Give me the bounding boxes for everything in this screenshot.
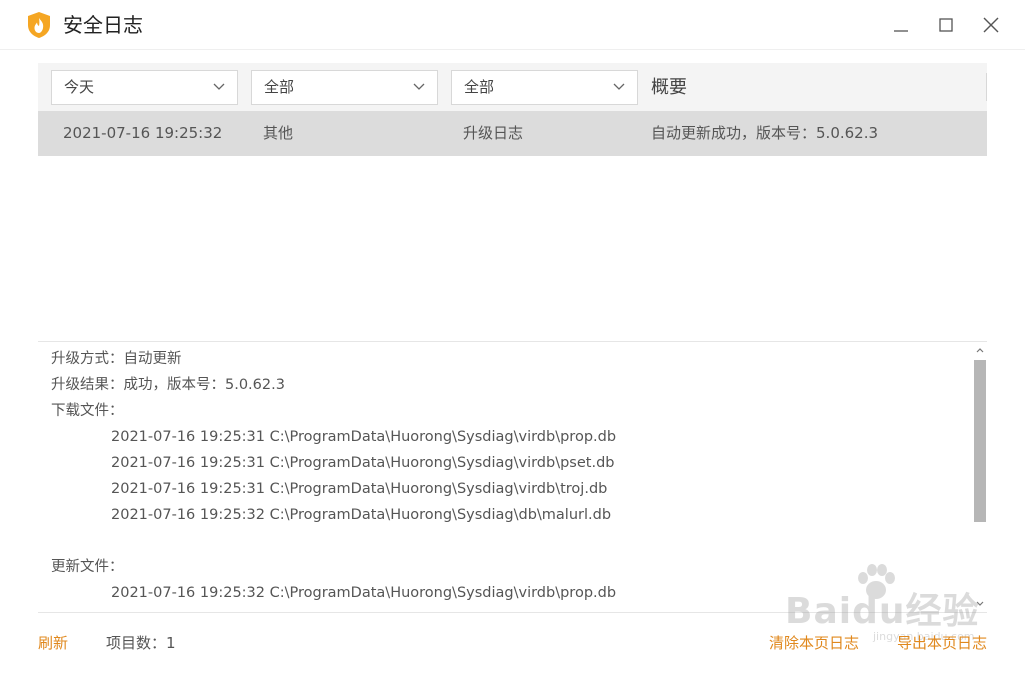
minimize-icon[interactable] <box>888 12 914 38</box>
type-filter-value: 全部 <box>464 78 495 96</box>
huorong-shield-icon <box>28 12 50 38</box>
baidu-watermark: Baidu经验 jingyan.baidu.com <box>785 564 985 643</box>
summary-column-header: 概要 <box>651 77 687 98</box>
scroll-up-arrow-icon[interactable] <box>974 345 986 355</box>
download-file-item: 2021-07-16 19:25:31 C:\ProgramData\Huoro… <box>111 455 615 471</box>
scrollbar-thumb[interactable] <box>974 360 986 522</box>
row-summary: 自动更新成功，版本号：5.0.62.3 <box>651 124 879 142</box>
window-title: 安全日志 <box>63 13 143 37</box>
download-files-header: 下载文件： <box>51 403 124 419</box>
footer-bar: 刷新 项目数：1 清除本页日志 导出本页日志 <box>38 630 987 656</box>
chevron-down-icon <box>213 83 225 90</box>
refresh-link[interactable]: 刷新 <box>38 630 68 656</box>
watermark-text: Baidu经验 <box>785 591 980 632</box>
row-category: 其他 <box>263 124 294 142</box>
close-icon[interactable] <box>978 12 1004 38</box>
update-files-header: 更新文件： <box>51 559 124 575</box>
export-page-log-link[interactable]: 导出本页日志 <box>897 630 987 656</box>
clear-page-log-link[interactable]: 清除本页日志 <box>769 630 859 656</box>
category-filter-dropdown[interactable]: 全部 <box>251 70 438 105</box>
update-file-item: 2021-07-16 19:25:32 C:\ProgramData\Huoro… <box>111 585 617 601</box>
upgrade-method: 升级方式：自动更新 <box>51 351 182 367</box>
maximize-icon[interactable] <box>933 12 959 38</box>
row-type: 升级日志 <box>463 124 524 142</box>
category-filter-value: 全部 <box>264 78 295 96</box>
download-file-item: 2021-07-16 19:25:32 C:\ProgramData\Huoro… <box>111 507 612 523</box>
time-filter-dropdown[interactable]: 今天 <box>51 70 238 105</box>
table-row[interactable]: 2021-07-16 19:25:32 其他 升级日志 自动更新成功，版本号：5… <box>38 111 987 156</box>
chevron-down-icon <box>413 83 425 90</box>
download-file-item: 2021-07-16 19:25:31 C:\ProgramData\Huoro… <box>111 481 608 497</box>
chevron-down-icon <box>613 83 625 90</box>
item-count: 项目数：1 <box>106 634 176 652</box>
type-filter-dropdown[interactable]: 全部 <box>451 70 638 105</box>
upgrade-result: 升级结果：成功，版本号：5.0.62.3 <box>51 377 285 393</box>
column-divider <box>986 73 987 101</box>
filter-bar: 今天 全部 全部 概要 <box>38 63 987 111</box>
download-file-item: 2021-07-16 19:25:31 C:\ProgramData\Huoro… <box>111 429 617 445</box>
time-filter-value: 今天 <box>64 78 95 96</box>
row-time: 2021-07-16 19:25:32 <box>63 124 223 142</box>
title-bar: 安全日志 <box>0 0 1025 50</box>
